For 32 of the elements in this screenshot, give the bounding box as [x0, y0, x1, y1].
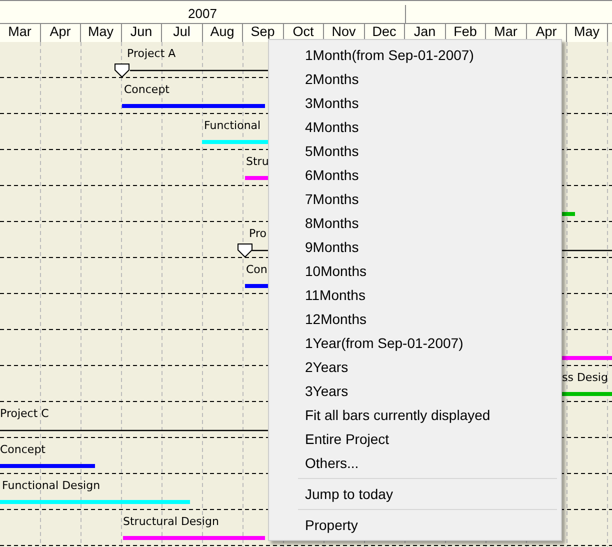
summary-line — [252, 250, 268, 252]
menu-item[interactable]: 6Months — [269, 163, 561, 187]
menu-item[interactable]: 5Months — [269, 139, 561, 163]
project-label: Project C — [0, 407, 49, 420]
menu-item[interactable]: 1Year(from Sep-01-2007) — [269, 331, 561, 355]
task-label: Functional Design — [2, 479, 100, 492]
year-label: 2007 — [0, 5, 406, 23]
task-label: Con — [246, 263, 268, 276]
task-label: Functional — [204, 119, 261, 132]
menu-item[interactable]: Entire Project — [269, 427, 561, 451]
menu-item[interactable]: 12Months — [269, 307, 561, 331]
menu-item[interactable]: 10Months — [269, 259, 561, 283]
project-label: Pro — [249, 227, 266, 240]
menu-item[interactable]: 3Years — [269, 379, 561, 403]
menu-item[interactable]: 9Months — [269, 235, 561, 259]
menu-item[interactable]: 2Years — [269, 355, 561, 379]
menu-item[interactable]: 2Months — [269, 67, 561, 91]
task-label: Structural Design — [123, 515, 219, 528]
menu-item[interactable]: 1Month(from Sep-01-2007) — [269, 43, 561, 67]
summary-line — [562, 250, 612, 252]
menu-item[interactable]: 8Months — [269, 211, 561, 235]
menu-item[interactable]: 11Months — [269, 283, 561, 307]
task-label: Concept — [124, 83, 170, 96]
project-label: Project A — [127, 47, 176, 60]
task-label: ss Desig — [562, 371, 608, 384]
task-label: Stru — [246, 155, 269, 168]
menu-item[interactable]: Others... — [269, 451, 561, 475]
menu-item[interactable]: 4Months — [269, 115, 561, 139]
menu-item[interactable]: 3Months — [269, 91, 561, 115]
menu-item[interactable]: 7Months — [269, 187, 561, 211]
task-label: Concept — [0, 443, 46, 456]
menu-item[interactable]: Fit all bars currently displayed — [269, 403, 561, 427]
